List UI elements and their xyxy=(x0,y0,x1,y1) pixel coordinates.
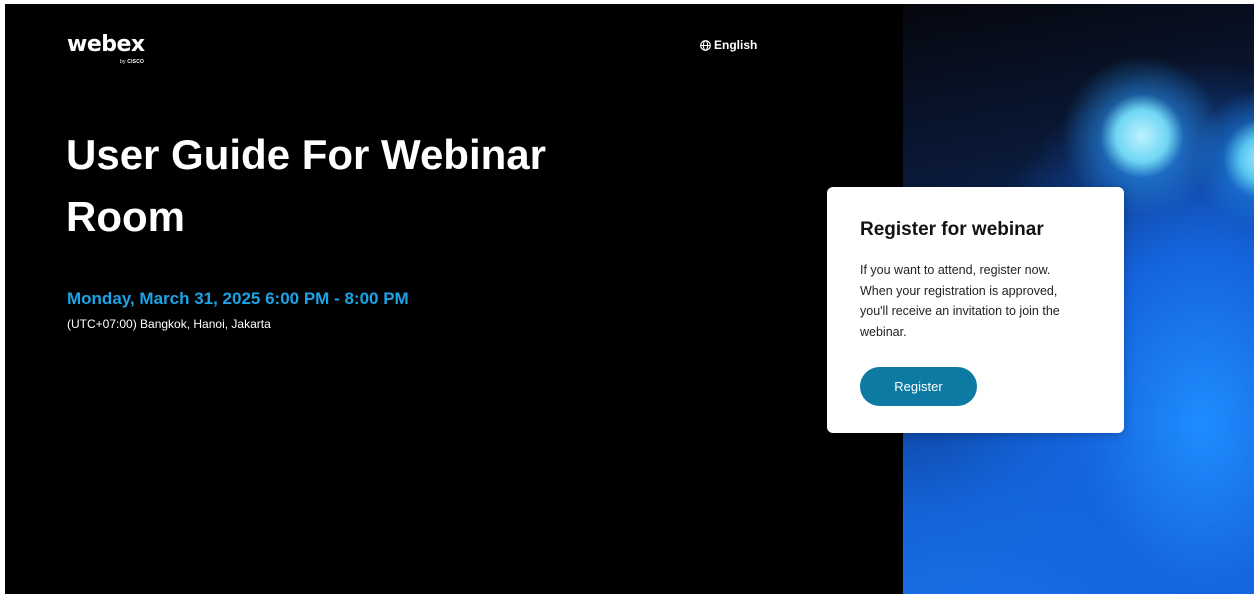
event-datetime: Monday, March 31, 2025 6:00 PM - 8:00 PM xyxy=(67,289,409,308)
page-title: User Guide For Webinar Room xyxy=(66,124,686,248)
logo-company-text: CISCO xyxy=(127,59,145,65)
logo-by-text: by xyxy=(120,59,126,65)
page-frame: webex by CISCO English User Guide For We… xyxy=(5,4,1254,594)
register-card-description: If you want to attend, register now. Whe… xyxy=(860,260,1100,342)
globe-icon xyxy=(700,39,711,51)
register-card-text-line: you'll receive an invitation to join the xyxy=(860,304,1060,318)
page-title-line1: User Guide For Webinar xyxy=(66,131,546,178)
language-selector[interactable]: English xyxy=(700,38,757,52)
register-card-text-line: When your registration is approved, xyxy=(860,283,1058,298)
register-card-title: Register for webinar xyxy=(860,219,1044,240)
register-card: Register for webinar If you want to atte… xyxy=(827,187,1124,433)
language-label: English xyxy=(714,38,758,52)
register-card-text-line: If you want to attend, register now. xyxy=(860,263,1051,277)
page-title-line2: Room xyxy=(66,193,185,240)
event-timezone: (UTC+07:00) Bangkok, Hanoi, Jakarta xyxy=(67,317,271,331)
hero-panel: webex by CISCO English User Guide For We… xyxy=(5,4,903,594)
register-button[interactable]: Register xyxy=(860,367,977,406)
logo-wordmark: webex xyxy=(67,32,145,57)
webex-logo: webex by CISCO xyxy=(67,32,145,65)
logo-byline: by CISCO xyxy=(120,59,144,65)
register-card-text-line: webinar. xyxy=(860,324,907,339)
